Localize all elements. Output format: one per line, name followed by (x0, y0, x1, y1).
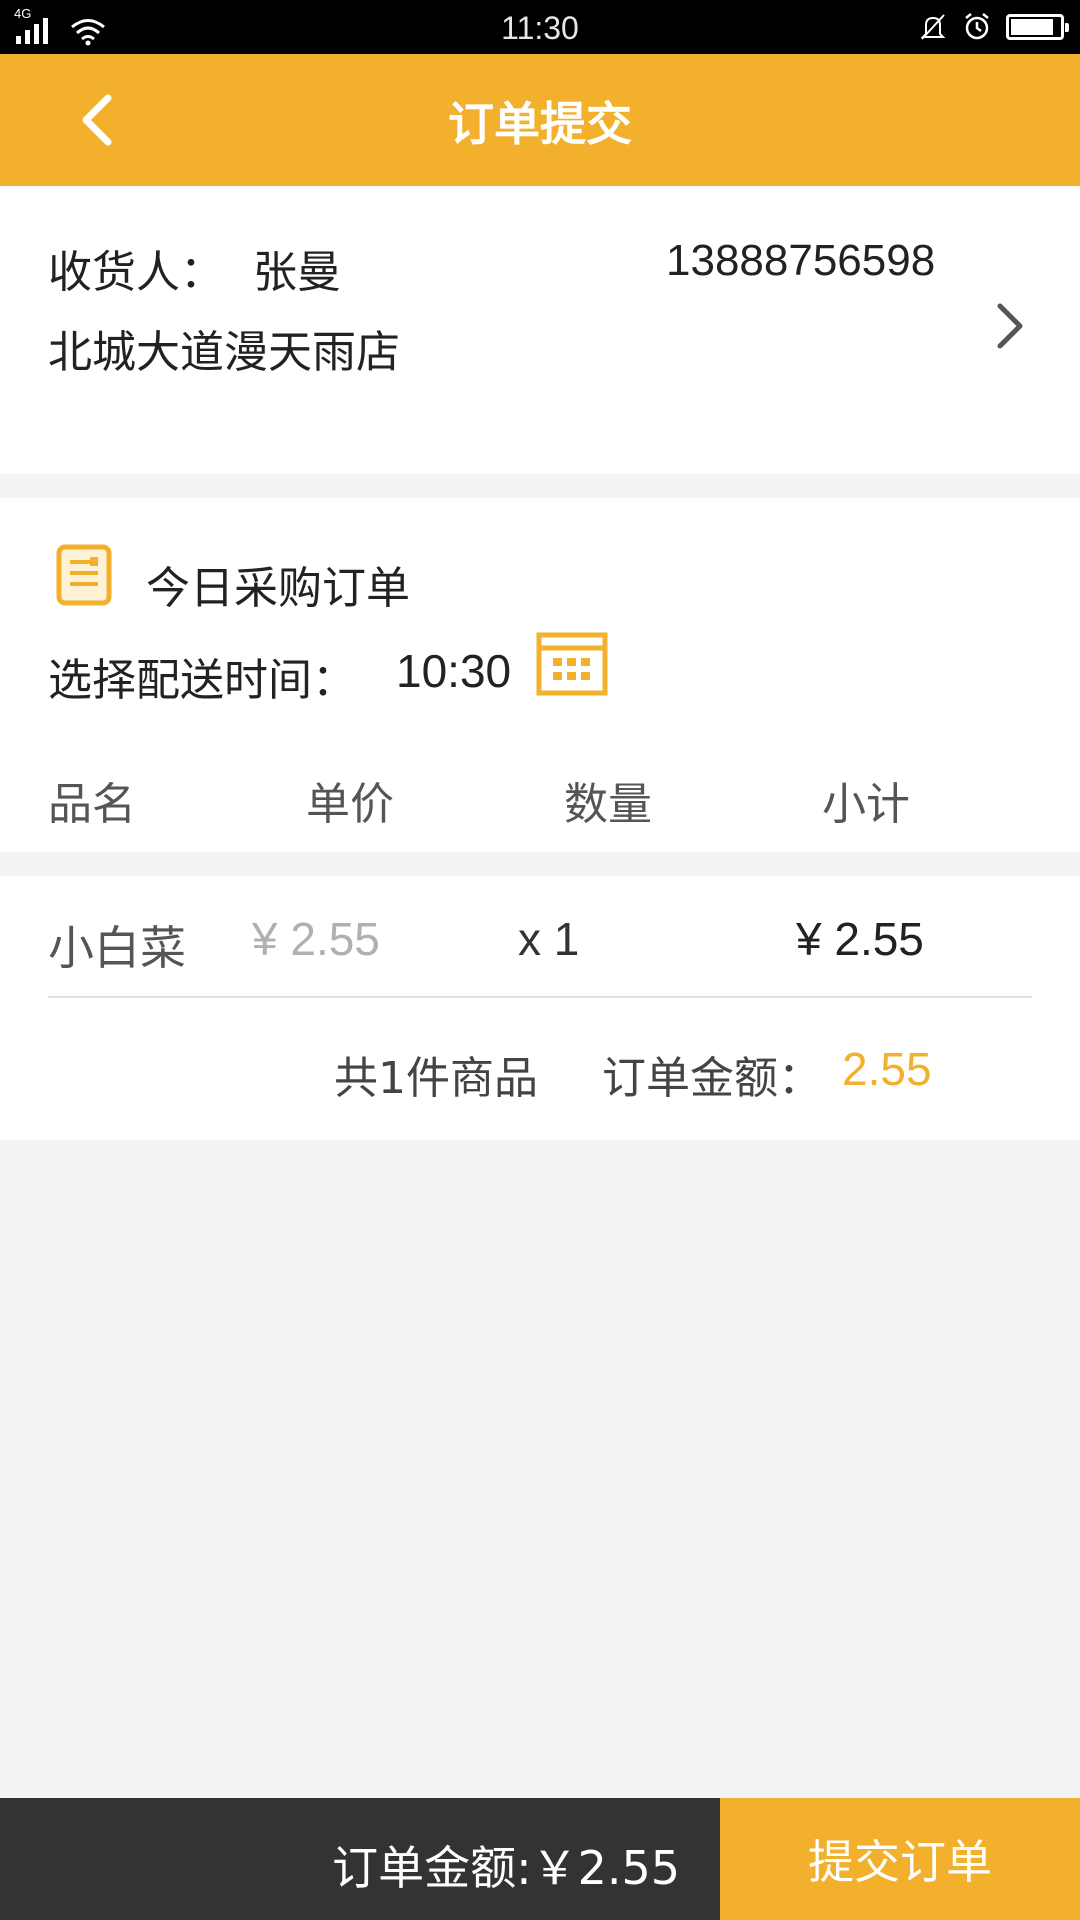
address-card[interactable]: 收货人： 张曼 13888756598 北城大道漫天雨店 (0, 186, 1080, 474)
order-title: 今日采购订单 (146, 563, 410, 614)
order-amount-value: 2.55 (842, 1043, 932, 1095)
app-header: 订单提交 (0, 54, 1080, 186)
column-header-price: 单价 (306, 779, 394, 830)
recipient-phone: 13888756598 (666, 236, 936, 285)
order-card: 今日采购订单 选择配送时间： 10:30 品名 单价 数量 小计 (0, 498, 1080, 852)
column-header-quantity: 数量 (564, 779, 652, 830)
order-amount-label: 订单金额： (602, 1053, 822, 1104)
order-items-card: 小白菜 ¥ 2.55 x 1 ¥ 2.55 共1件商品 订单金额： 2.55 (0, 876, 1080, 1140)
item-quantity: x 1 (518, 913, 580, 965)
page-title: 订单提交 (448, 97, 632, 151)
item-name: 小白菜 (48, 921, 186, 975)
document-icon (56, 544, 112, 606)
chevron-right-icon[interactable] (990, 296, 1030, 356)
bell-muted-icon (920, 14, 946, 40)
bottom-total: 订单金额:￥2.55 (332, 1841, 680, 1895)
item-subtotal: ¥ 2.55 (796, 913, 924, 965)
recipient-name: 张曼 (253, 247, 341, 298)
address-line: 北城大道漫天雨店 (48, 327, 400, 378)
item-unit-price: ¥ 2.55 (252, 913, 380, 965)
status-right (918, 10, 1069, 44)
calendar-icon[interactable] (536, 632, 608, 696)
column-header-name: 品名 (48, 779, 136, 830)
alarm-icon (965, 13, 989, 40)
delivery-time-value[interactable]: 10:30 (396, 644, 511, 698)
item-count: 共1件商品 (334, 1053, 538, 1104)
bottom-bar: 订单金额:￥2.55 提交订单 (0, 1798, 1080, 1920)
submit-order-button[interactable]: 提交订单 (720, 1798, 1080, 1920)
delivery-time-label: 选择配送时间： (48, 655, 356, 706)
status-bar: 4G 11:30 (0, 0, 1080, 54)
divider (48, 996, 1032, 998)
recipient-label: 收货人： (48, 247, 224, 298)
column-header-subtotal: 小计 (822, 779, 910, 830)
battery-icon (1006, 14, 1069, 40)
